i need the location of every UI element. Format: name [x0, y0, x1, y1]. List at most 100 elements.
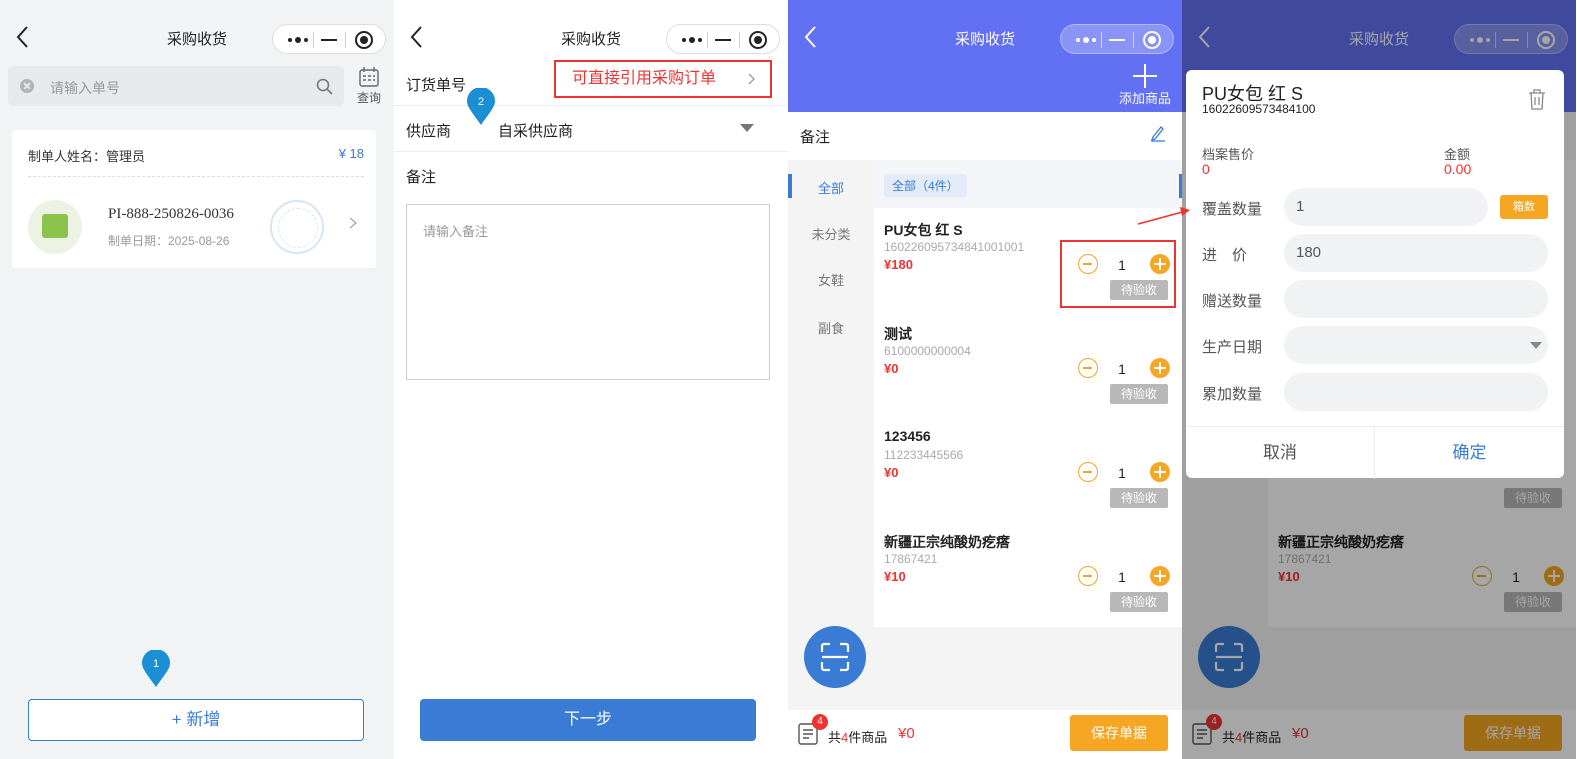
- close-target-icon[interactable]: [355, 31, 373, 49]
- accum-qty-input[interactable]: [1284, 373, 1548, 411]
- product-price: ¥0: [884, 361, 899, 376]
- order-card[interactable]: 制单人姓名：管理员 ¥ 18 PI-888-250826-0036 制单日期：2…: [12, 130, 376, 268]
- scan-button[interactable]: [804, 626, 866, 688]
- edit-icon[interactable]: [1150, 124, 1166, 142]
- supplier-label: 供应商: [406, 123, 452, 140]
- dialog-product-code: 16022609573484100: [1202, 102, 1316, 116]
- product-price: ¥180: [884, 257, 913, 272]
- close-target-icon[interactable]: [1143, 31, 1161, 49]
- product-code: 17867421: [884, 552, 938, 566]
- supplier-select[interactable]: 自采供应商: [498, 120, 573, 141]
- step-marker-label: 1: [153, 658, 159, 670]
- doc-date: 制单日期：2025-08-26: [108, 234, 230, 248]
- minimize-icon[interactable]: [715, 39, 731, 41]
- chevron-right-icon: [748, 73, 755, 85]
- dropdown-icon[interactable]: [1530, 342, 1542, 349]
- quantity-value[interactable]: 1: [1110, 465, 1134, 481]
- supplier-row[interactable]: 供应商: [394, 106, 788, 152]
- remark-placeholder: 请输入备注: [423, 224, 489, 239]
- product-item[interactable]: 123456 112233445566 ¥0 1 待验收: [874, 416, 1182, 520]
- gift-qty-label: 赠送数量: [1202, 293, 1263, 310]
- category-item[interactable]: 副食: [788, 318, 874, 337]
- filter-bar: 全部（4件）: [874, 160, 1182, 208]
- order-amount: ¥ 18: [338, 146, 364, 161]
- scan-icon: [820, 642, 850, 672]
- quantity-value[interactable]: 1: [1110, 569, 1134, 585]
- plus-icon: [1133, 64, 1157, 88]
- remark-textarea[interactable]: 请输入备注: [406, 204, 770, 380]
- search-bar[interactable]: 请输入单号: [8, 66, 344, 106]
- panel-edit-dialog: 采购收货 待验收 新疆正宗纯酸奶疙瘩 17867421 ¥10 1 待验收 4: [1182, 0, 1576, 759]
- product-list: 全部（4件） PU女包 红 S 16022609573484100​1001 ¥…: [874, 160, 1182, 627]
- product-code: 6100000000004: [884, 344, 971, 358]
- capsule-divider: [345, 32, 346, 48]
- query-label: 查询: [356, 91, 381, 105]
- add-product-label: 添加商品: [1118, 91, 1171, 106]
- capsule-divider: [739, 32, 740, 48]
- close-target-icon[interactable]: [749, 31, 767, 49]
- cancel-button[interactable]: 取消: [1186, 427, 1375, 479]
- remark-label: 备注: [800, 129, 831, 146]
- panel-order-list: 采购收货 请输入单号 查询 制单人姓名：管理员 ¥ 18 PI-888-2508…: [0, 0, 394, 759]
- status-badge: 待验收: [1110, 488, 1168, 508]
- add-product-button[interactable]: 添加商品: [1118, 64, 1172, 107]
- annotation-arrow-icon: [1137, 207, 1190, 225]
- remark-row[interactable]: 备注: [788, 112, 1182, 160]
- increase-icon[interactable]: [1150, 566, 1170, 586]
- capsule-divider: [707, 32, 708, 48]
- count-badge: 4: [812, 714, 828, 730]
- capsule-divider: [1101, 32, 1102, 48]
- product-item[interactable]: 测试 6100000000004 ¥0 1 待验收: [874, 312, 1182, 416]
- archive-price-value: 0: [1202, 161, 1210, 177]
- minimize-icon[interactable]: [1109, 39, 1125, 41]
- search-icon[interactable]: [316, 78, 333, 95]
- calendar-icon: [359, 67, 379, 87]
- reference-order-label: 可直接引用采购订单: [572, 70, 717, 87]
- decrease-icon[interactable]: [1078, 462, 1098, 482]
- product-name: 测试: [884, 326, 912, 342]
- highlight-box: [1060, 240, 1176, 308]
- more-icon[interactable]: [1075, 36, 1097, 44]
- box-count-button[interactable]: 箱数: [1500, 195, 1548, 219]
- decrease-icon[interactable]: [1078, 566, 1098, 586]
- product-code: 16022609573484100​1001: [884, 240, 1025, 254]
- category-item[interactable]: 女鞋: [788, 270, 874, 289]
- quantity-value[interactable]: 1: [1110, 361, 1134, 377]
- category-item[interactable]: 全部: [788, 178, 874, 197]
- cover-qty-input[interactable]: 1: [1284, 188, 1488, 226]
- clear-icon[interactable]: [20, 79, 34, 93]
- purchase-price-input[interactable]: 180: [1284, 234, 1548, 272]
- remark-label: 备注: [406, 169, 437, 186]
- next-step-button[interactable]: 下一步: [420, 699, 756, 741]
- dialog-footer: 取消 确定: [1186, 426, 1564, 479]
- production-date-select[interactable]: [1284, 326, 1548, 364]
- product-name: 123456: [884, 428, 931, 444]
- minimize-icon[interactable]: [321, 39, 337, 41]
- production-date-label: 生产日期: [1202, 339, 1263, 356]
- trash-icon[interactable]: [1528, 88, 1546, 110]
- reference-order-button[interactable]: 可直接引用采购订单: [554, 60, 772, 98]
- category-item[interactable]: 未分类: [788, 224, 874, 243]
- mini-program-capsule: [1060, 24, 1174, 54]
- order-no-label: 订货单号: [406, 77, 467, 94]
- step-marker-icon: 1: [142, 650, 170, 687]
- product-price: ¥0: [884, 465, 899, 480]
- confirm-button[interactable]: 确定: [1375, 427, 1564, 479]
- capsule-divider: [313, 32, 314, 48]
- save-button[interactable]: 保存单据: [1070, 715, 1168, 751]
- add-button[interactable]: + 新增: [28, 699, 364, 741]
- dropdown-icon[interactable]: [740, 124, 754, 132]
- item-summary: 共4件商品: [828, 727, 887, 746]
- decrease-icon[interactable]: [1078, 358, 1098, 378]
- more-icon[interactable]: [681, 36, 703, 44]
- doc-number: PI-888-250826-0036: [108, 206, 234, 222]
- chevron-right-icon: [349, 217, 358, 229]
- increase-icon[interactable]: [1150, 462, 1170, 482]
- filter-tag[interactable]: 全部（4件）: [884, 174, 967, 197]
- query-button[interactable]: 查询: [355, 66, 383, 106]
- increase-icon[interactable]: [1150, 358, 1170, 378]
- search-input[interactable]: 请输入单号: [50, 78, 120, 98]
- product-item[interactable]: 新疆正宗纯酸奶疙瘩 17867421 ¥10 1 待验收: [874, 520, 1182, 624]
- more-icon[interactable]: [287, 36, 309, 44]
- gift-qty-input[interactable]: [1284, 280, 1548, 318]
